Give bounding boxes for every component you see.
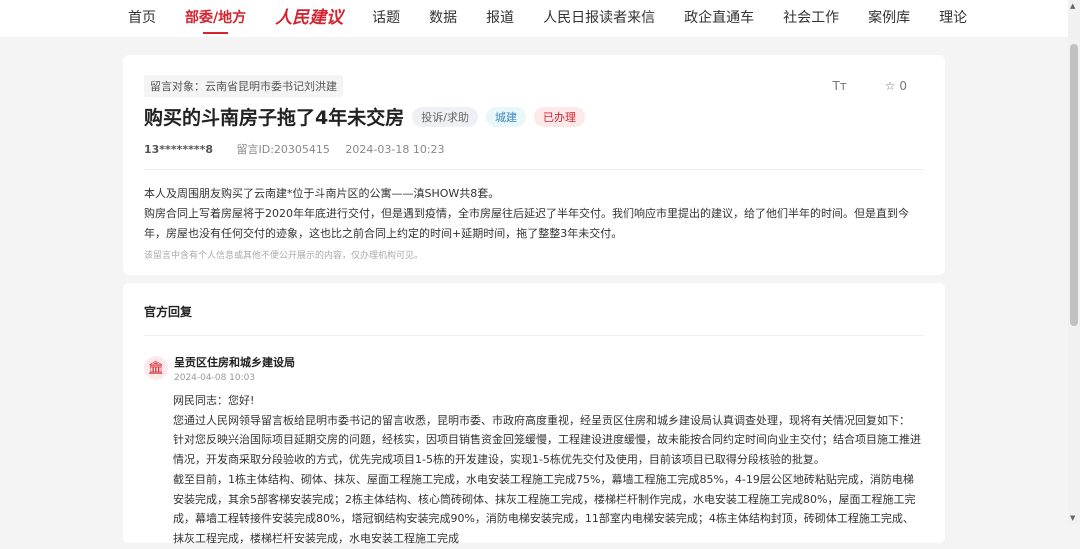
message-time: 2024-03-18 10:23 — [345, 143, 445, 156]
status-badge: 已办理 — [533, 106, 585, 127]
message-title: 购买的斗南房子拖了4年未交房 — [144, 107, 405, 129]
top-nav: 首页 部委/地方 人民建议 话题 数据 报道 人民日报读者来信 政企直通车 社会… — [0, 0, 1068, 37]
reply-paragraph: 您通过人民网领导留言板给昆明市委书记的留言收悉，昆明市委、市政府高度重视，经呈贡… — [173, 413, 910, 427]
nav-reports[interactable]: 报道 — [486, 0, 514, 37]
message-author: 13********8 — [144, 143, 213, 156]
nav-ministries-local[interactable]: 部委/地方 — [185, 0, 246, 37]
reply-department: 呈贡区住房和城乡建设局 — [174, 356, 295, 369]
nav-theory[interactable]: 理论 — [939, 0, 967, 37]
message-card: 留言对象：云南省昆明市委书记刘洪建 Tт ☆ 0 购买的斗南房子拖了4年未交房 … — [123, 55, 945, 275]
message-target: 留言对象：云南省昆明市委书记刘洪建 — [144, 75, 343, 97]
nav-home[interactable]: 首页 — [128, 0, 156, 37]
government-building-icon: 🏛 — [144, 356, 168, 380]
nav-reader-letters[interactable]: 人民日报读者来信 — [543, 0, 655, 37]
reply-time: 2024-04-08 10:03 — [174, 373, 256, 383]
nav-social-work[interactable]: 社会工作 — [783, 0, 839, 37]
nav-people-suggestions-logo[interactable]: 人民建议 — [275, 0, 343, 37]
privacy-note: 该留言中含有个人信息或其他不便公开展示的内容，仅办理机构可见。 — [144, 251, 424, 261]
scroll-up-icon[interactable]: ▲ — [1070, 2, 1075, 10]
reply-paragraph: 截至目前，1栋主体结构、砌体、抹灰、屋面工程施工完成，水电安装工程施工完成75%… — [173, 472, 916, 545]
reply-heading: 官方回复 — [144, 303, 924, 336]
nav-topics[interactable]: 话题 — [372, 0, 400, 37]
tag-type: 投诉/求助 — [412, 106, 478, 127]
message-paragraph: 本人及周围朋友购买了云南建*位于斗南片区的公寓——滇SHOW共8套。 — [144, 187, 500, 200]
font-size-icon[interactable]: Tт — [832, 79, 846, 93]
scrollbar[interactable]: ▲ ▼ — [1068, 0, 1080, 524]
nav-case-library[interactable]: 案例库 — [868, 0, 910, 37]
message-id: 留言ID:20305415 — [236, 143, 330, 156]
tag-category: 城建 — [485, 106, 526, 127]
message-paragraph: 购房合同上写着房屋将于2020年年底进行交付，但是遇到疫情，全市房屋往后延迟了半… — [144, 207, 909, 240]
nav-data[interactable]: 数据 — [429, 0, 457, 37]
reply-paragraph: 针对您反映兴治国际项目延期交房的问题，经核实，因项目销售资金回笼缓慢，工程建设进… — [173, 433, 921, 467]
nav-gov-business[interactable]: 政企直通车 — [684, 0, 754, 37]
official-reply-card: 官方回复 🏛 呈贡区住房和城乡建设局 2024-04-08 10:03 网民同志… — [123, 283, 945, 545]
favorite-button[interactable]: ☆ 0 — [885, 79, 907, 93]
reply-paragraph: 网民同志：您好! — [173, 394, 255, 407]
scrollbar-thumb[interactable] — [1070, 44, 1078, 326]
scroll-down-icon[interactable]: ▼ — [1070, 514, 1075, 522]
